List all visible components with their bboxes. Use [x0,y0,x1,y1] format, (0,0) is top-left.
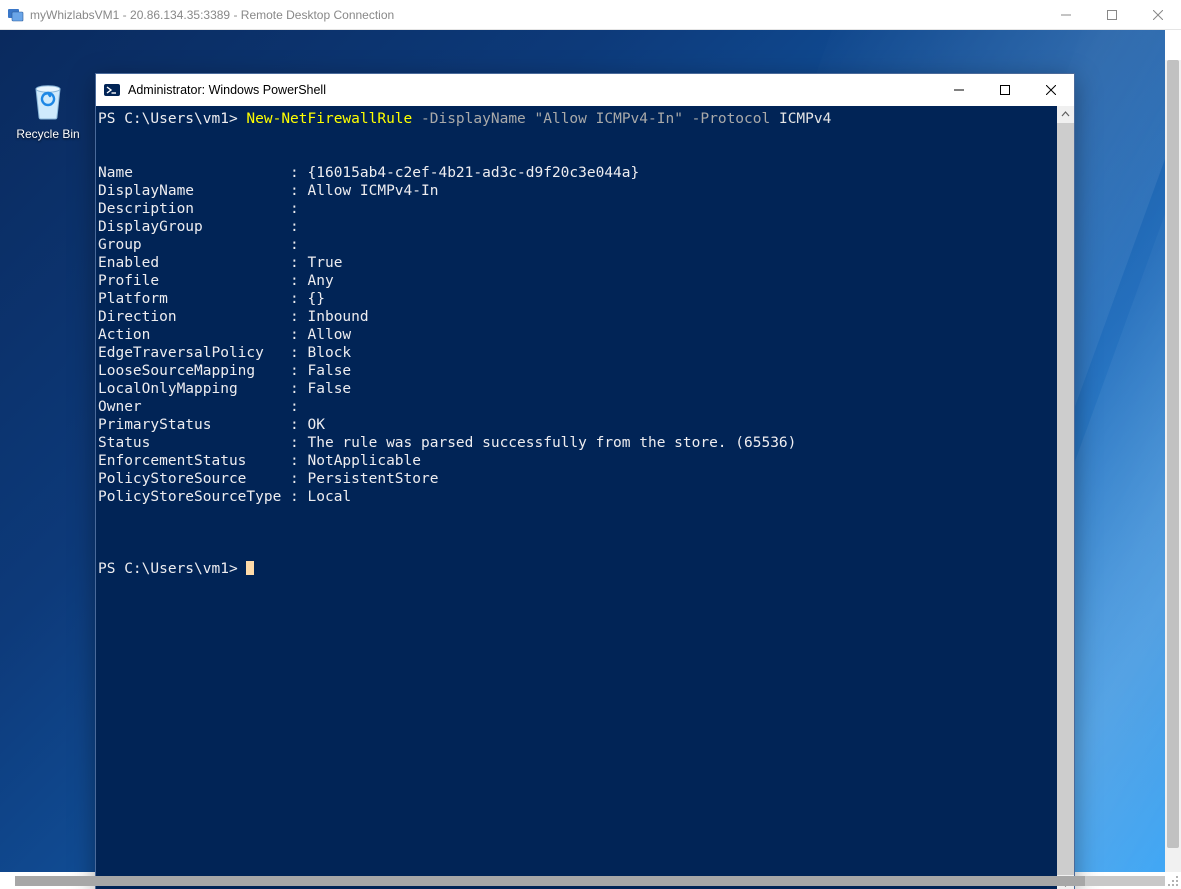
recycle-bin-icon[interactable]: Recycle Bin [10,75,86,141]
terminal-cursor [246,561,254,575]
rdp-minimize-button[interactable] [1043,0,1089,30]
terminal-output-row: Direction : Inbound [96,308,1057,326]
powershell-body: PS C:\Users\vm1> New-NetFirewallRule -Di… [96,106,1074,889]
rdp-maximize-button[interactable] [1089,0,1135,30]
terminal-command-line: PS C:\Users\vm1> New-NetFirewallRule -Di… [96,110,1057,128]
horizontal-scrollbar-thumb[interactable] [15,876,1085,886]
powershell-maximize-button[interactable] [982,74,1028,106]
recycle-bin-glyph [24,75,72,123]
horizontal-scrollbar[interactable] [15,876,1165,886]
rdp-title-text: myWhizlabsVM1 - 20.86.134.35:3389 - Remo… [30,8,394,22]
powershell-minimize-button[interactable] [936,74,982,106]
terminal-output-row: PolicyStoreSource : PersistentStore [96,470,1057,488]
terminal-output-row: PolicyStoreSourceType : Local [96,488,1057,506]
terminal-output-row: PrimaryStatus : OK [96,416,1057,434]
terminal-output-row: DisplayGroup : [96,218,1057,236]
rdp-client-area: Recycle Bin Administrator: Windows Power… [0,30,1181,889]
powershell-title-text: Administrator: Windows PowerShell [128,83,326,97]
terminal-prompt[interactable]: PS C:\Users\vm1> [96,560,1057,578]
scrollbar-up-button[interactable] [1057,106,1074,123]
resize-grip-icon[interactable] [1166,874,1180,888]
page-vertical-scrollbar-thumb[interactable] [1167,60,1179,848]
terminal-output-row: Group : [96,236,1057,254]
terminal-output-row: Platform : {} [96,290,1057,308]
powershell-scrollbar[interactable] [1057,106,1074,889]
powershell-close-button[interactable] [1028,74,1074,106]
terminal-output-row: Profile : Any [96,272,1057,290]
scrollbar-track[interactable] [1057,123,1074,875]
terminal-output-row: Description : [96,200,1057,218]
terminal-output-row: Enabled : True [96,254,1057,272]
recycle-bin-label: Recycle Bin [10,127,86,141]
powershell-window: Administrator: Windows PowerShell PS C:\… [95,73,1075,889]
rdp-window: myWhizlabsVM1 - 20.86.134.35:3389 - Remo… [0,0,1181,889]
terminal-output-row: EnforcementStatus : NotApplicable [96,452,1057,470]
scrollbar-thumb[interactable] [1057,123,1074,875]
powershell-icon [104,82,120,98]
terminal-output-row: Owner : [96,398,1057,416]
terminal-output-row: LocalOnlyMapping : False [96,380,1057,398]
remote-desktop[interactable]: Recycle Bin Administrator: Windows Power… [0,30,1165,872]
rdp-close-button[interactable] [1135,0,1181,30]
terminal-output-row: EdgeTraversalPolicy : Block [96,344,1057,362]
powershell-titlebar[interactable]: Administrator: Windows PowerShell [96,74,1074,106]
terminal-output-row: DisplayName : Allow ICMPv4-In [96,182,1057,200]
rdp-app-icon [8,7,24,23]
terminal-output-row: LooseSourceMapping : False [96,362,1057,380]
rdp-titlebar[interactable]: myWhizlabsVM1 - 20.86.134.35:3389 - Remo… [0,0,1181,30]
page-vertical-scrollbar[interactable] [1165,60,1181,872]
terminal-output-row: Action : Allow [96,326,1057,344]
terminal-output-row: Name : {16015ab4-c2ef-4b21-ad3c-d9f20c3e… [96,164,1057,182]
powershell-terminal[interactable]: PS C:\Users\vm1> New-NetFirewallRule -Di… [96,106,1057,889]
terminal-output-row: Status : The rule was parsed successfull… [96,434,1057,452]
